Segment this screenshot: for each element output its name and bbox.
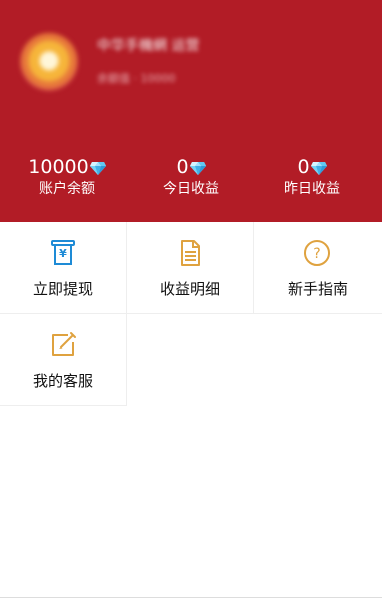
customer-service-button[interactable]: 我的客服 <box>0 314 127 406</box>
earnings-detail-label: 收益明细 <box>159 280 220 298</box>
avatar[interactable] <box>20 33 78 91</box>
customer-service-label: 我的客服 <box>32 372 93 390</box>
diamond-icon <box>89 162 106 175</box>
svg-text:?: ? <box>313 246 320 262</box>
profile-header: 中华手機網 运营 余额值 · 10000 10000 账户余额 0 今日收益 0… <box>0 0 382 222</box>
document-icon <box>181 240 200 266</box>
edit-icon <box>52 332 76 356</box>
account-balance-value: 10000 <box>28 156 89 178</box>
withdraw-label: 立即提现 <box>32 280 93 298</box>
stat-today-earnings: 0 今日收益 <box>136 156 246 202</box>
yesterday-earnings-value: 0 <box>297 156 310 178</box>
earnings-detail-button[interactable]: 收益明细 <box>127 222 254 314</box>
stat-account-balance: 10000 账户余额 <box>12 156 122 202</box>
svg-text:¥: ¥ <box>59 247 67 260</box>
today-earnings-label: 今日收益 <box>163 181 219 197</box>
bottom-divider <box>0 597 382 598</box>
profile-name: 中华手機網 运营 <box>97 38 200 54</box>
diamond-icon <box>310 162 327 175</box>
today-earnings-value: 0 <box>176 156 189 178</box>
withdraw-icon: ¥ <box>51 240 75 265</box>
question-icon: ? <box>304 240 330 266</box>
beginner-guide-label: 新手指南 <box>287 280 348 298</box>
profile-subtitle: 余额值 · 10000 <box>97 72 176 85</box>
stat-yesterday-earnings: 0 昨日收益 <box>257 156 367 202</box>
beginner-guide-button[interactable]: ? 新手指南 <box>254 222 382 314</box>
withdraw-button[interactable]: ¥ 立即提现 <box>0 222 127 314</box>
diamond-icon <box>189 162 206 175</box>
account-balance-label: 账户余额 <box>39 181 95 197</box>
yesterday-earnings-label: 昨日收益 <box>284 181 340 197</box>
